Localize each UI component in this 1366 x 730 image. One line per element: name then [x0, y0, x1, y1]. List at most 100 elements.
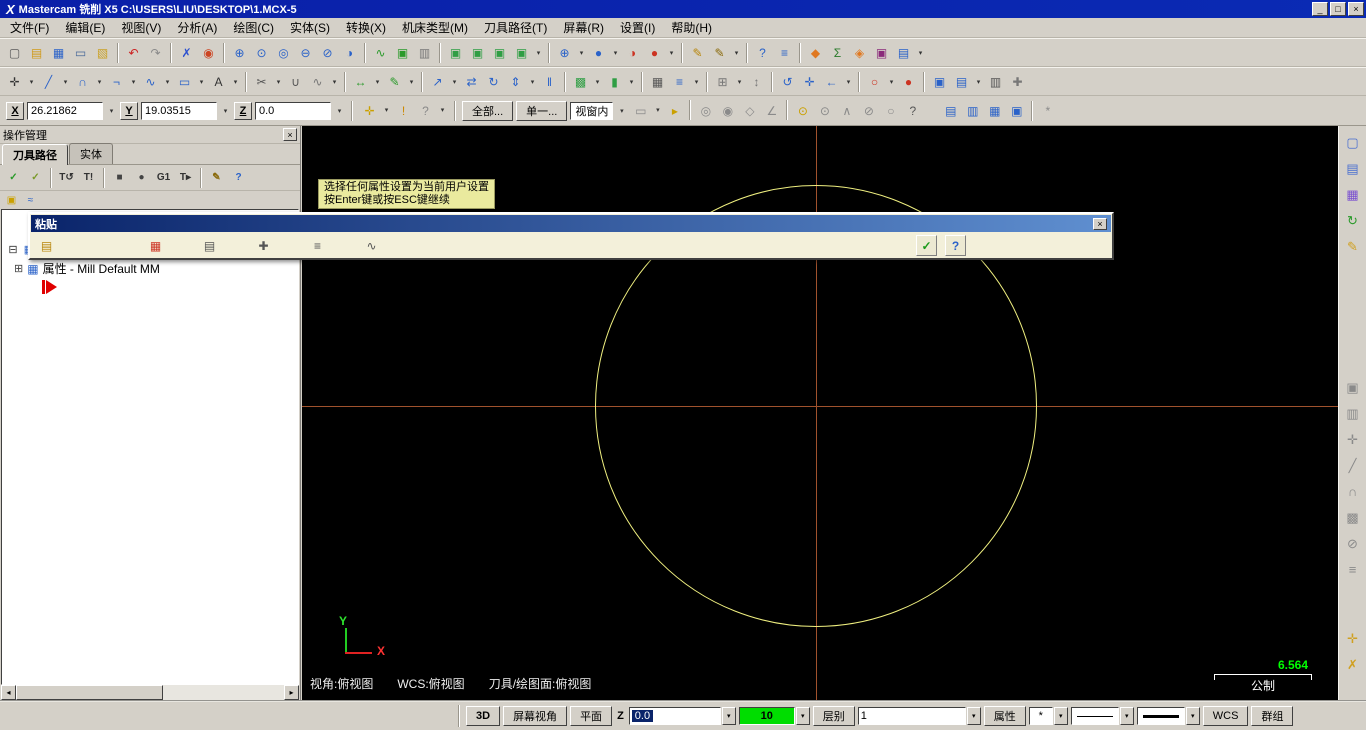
group-button[interactable]: 群组 — [1251, 706, 1293, 726]
gview-right-icon[interactable]: ▣ — [489, 42, 510, 63]
delete-entities-icon[interactable]: ✗ — [176, 42, 197, 63]
guess-depth-icon[interactable]: ↕ — [746, 71, 767, 92]
blank-entity-icon[interactable]: ▥ — [414, 42, 435, 63]
select-invalid-icon[interactable]: ⊘ — [858, 100, 879, 121]
save-icon[interactable]: ▦ — [48, 42, 69, 63]
selection-help-icon[interactable]: ? — [902, 100, 923, 121]
lock-icon[interactable]: ▣ — [3, 193, 20, 208]
redo-icon[interactable]: ↷ — [145, 42, 166, 63]
machine-group-icon[interactable]: ▦ — [647, 71, 668, 92]
menu-machine-type[interactable]: 机床类型(M) — [394, 17, 476, 38]
sketch-fillet-icon-dropdown[interactable]: ▾ — [128, 72, 139, 92]
select-all-operations-icon[interactable]: ✓ — [3, 167, 24, 188]
qm-levels-icon[interactable]: ≡ — [1341, 558, 1364, 581]
sketch-arc-icon-dropdown[interactable]: ▾ — [94, 72, 105, 92]
shading-settings-icon[interactable]: ● — [644, 42, 665, 63]
xform-translate-icon-dropdown[interactable]: ▾ — [449, 72, 460, 92]
scroll-track[interactable] — [16, 685, 284, 700]
paste-dialog-titlebar[interactable]: 粘贴 × — [31, 215, 1111, 232]
tab-solids[interactable]: 实体 — [69, 143, 113, 164]
select-direction-icon[interactable]: ∧ — [836, 100, 857, 121]
display-wireframe-icon-dropdown[interactable]: ▾ — [886, 72, 897, 92]
paste-dialog-close-button[interactable]: × — [1093, 218, 1107, 230]
z-depth-input[interactable]: 0.0 — [629, 707, 721, 725]
point-style-combo[interactable]: * — [1029, 707, 1053, 725]
select-polygon-icon[interactable]: ◇ — [739, 100, 760, 121]
gview-origin-icon-dropdown[interactable]: ▾ — [576, 43, 587, 63]
menu-settings[interactable]: 设置(I) — [612, 17, 663, 38]
sketch-shape-icon[interactable]: ▭ — [174, 71, 195, 92]
z-coord-label[interactable]: Z — [234, 102, 252, 120]
open-file-icon[interactable]: ▤ — [26, 42, 47, 63]
save-quick-icon[interactable]: ▦ — [1341, 183, 1364, 206]
fit-screen-icon[interactable]: ▣ — [392, 42, 413, 63]
line-style-dropdown[interactable]: ▾ — [1120, 707, 1134, 725]
surface-create-icon[interactable]: ▩ — [570, 71, 591, 92]
sketch-point-icon-dropdown[interactable]: ▾ — [26, 72, 37, 92]
display-shaded-icon[interactable]: ● — [898, 71, 919, 92]
note-icon-dropdown[interactable]: ▾ — [406, 72, 417, 92]
autocursor-config-icon[interactable]: ✛ — [359, 100, 380, 121]
hide-more-icon[interactable]: ▥ — [962, 100, 983, 121]
erase-icon[interactable]: ✗ — [1341, 653, 1364, 676]
tree-horizontal-scrollbar[interactable]: ◂ ▸ — [1, 685, 299, 700]
shade-sphere-icon[interactable]: ● — [588, 42, 609, 63]
window-shape-icon-dropdown[interactable]: ▾ — [652, 100, 663, 120]
ops-help-icon[interactable]: ? — [228, 167, 249, 188]
dimension-icon-dropdown[interactable]: ▾ — [372, 72, 383, 92]
qm-clear-icon[interactable]: ⊘ — [1341, 532, 1364, 555]
menu-create[interactable]: 绘图(C) — [225, 17, 282, 38]
pan-icon[interactable]: ✛ — [799, 71, 820, 92]
viewsheet-new-icon[interactable]: ▣ — [929, 71, 950, 92]
qm-result-icon[interactable]: ▣ — [1341, 376, 1364, 399]
grid-snap-icon[interactable]: ⊞ — [712, 71, 733, 92]
titlebar[interactable]: X Mastercam 铣削 X5 C:\USERS\LIU\DESKTOP\1… — [0, 0, 1366, 18]
scratchpad-icon[interactable]: ▢ — [1341, 131, 1364, 154]
sketch-fillet-icon[interactable]: ¬ — [106, 71, 127, 92]
z-coord-input[interactable] — [255, 102, 331, 120]
undelete-icon[interactable]: ◉ — [198, 42, 219, 63]
copy-icon[interactable]: ▤ — [1341, 157, 1364, 180]
y-coord-dropdown[interactable]: ▾ — [220, 101, 231, 121]
selection-window-combo[interactable]: 视窗内 — [570, 102, 613, 120]
color-dropdown[interactable]: ▾ — [796, 707, 810, 725]
level-input[interactable]: 1 — [858, 707, 966, 725]
grid-snap-icon-dropdown[interactable]: ▾ — [734, 72, 745, 92]
verify-icon[interactable]: ● — [131, 167, 152, 188]
trim-break-icon[interactable]: ✂ — [251, 71, 272, 92]
menu-analyze[interactable]: 分析(A) — [169, 17, 225, 38]
viewsheet-settings-icon[interactable]: ▤ — [951, 71, 972, 92]
mcx-convert-icon[interactable]: ◈ — [849, 42, 870, 63]
zoom-window-icon[interactable]: ⊕ — [229, 42, 250, 63]
xform-offset-icon[interactable]: ‖ — [539, 71, 560, 92]
level-dropdown[interactable]: ▾ — [967, 707, 981, 725]
shading-settings-icon-dropdown[interactable]: ▾ — [666, 43, 677, 63]
sketch-text-icon[interactable]: A — [208, 71, 229, 92]
insert-arrow-icon[interactable] — [42, 280, 298, 294]
gview-front-icon[interactable]: ▣ — [467, 42, 488, 63]
command-finder-icon[interactable]: ▤ — [893, 42, 914, 63]
expand-collapse-icon[interactable]: ⊟ — [6, 242, 20, 256]
unzoom-icon[interactable]: ⊘ — [317, 42, 338, 63]
level-button[interactable]: 层别 — [813, 706, 855, 726]
screen-view-button[interactable]: 屏幕视角 — [503, 706, 567, 726]
z-depth-dropdown[interactable]: ▾ — [722, 707, 736, 725]
menu-screen[interactable]: 屏幕(R) — [555, 17, 612, 38]
toolpath-common-icon[interactable]: ≡ — [669, 71, 690, 92]
point-style-dropdown[interactable]: ▾ — [1054, 707, 1068, 725]
gview-isometric-icon[interactable]: ▣ — [511, 42, 532, 63]
undo-icon[interactable]: ↶ — [123, 42, 144, 63]
line-width-combo[interactable] — [1137, 707, 1185, 725]
select-dirty-operations-icon[interactable]: ✓ — [25, 167, 46, 188]
autocursor-config-icon-dropdown[interactable]: ▾ — [381, 100, 392, 120]
menu-help[interactable]: 帮助(H) — [663, 17, 720, 38]
color-selector[interactable]: 10 — [739, 707, 795, 725]
regen-dirty-icon[interactable]: T! — [78, 167, 99, 188]
note-icon[interactable]: ✎ — [384, 71, 405, 92]
ok-check-icon[interactable]: ✓ — [916, 235, 937, 256]
y-coord-input[interactable] — [141, 102, 217, 120]
xform-rotate-icon[interactable]: ↻ — [483, 71, 504, 92]
color-chip[interactable]: 10 — [740, 708, 794, 724]
help-icon[interactable]: ? — [945, 235, 966, 256]
join-entities-icon[interactable]: ∪ — [285, 71, 306, 92]
